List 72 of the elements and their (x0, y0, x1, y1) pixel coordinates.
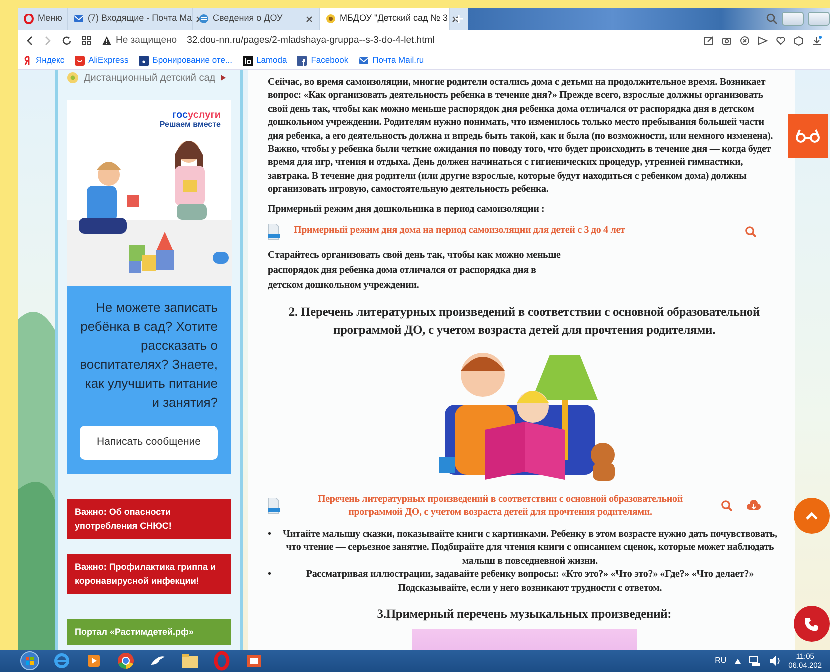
cloud-download-icon[interactable] (747, 500, 761, 512)
flower-icon (326, 14, 336, 24)
mail-icon (358, 56, 369, 66)
section-heading: 3.Примерный перечень музыкальных произведений: (376, 606, 673, 623)
lamoda-logo-icon (242, 56, 253, 66)
glasses-icon (795, 129, 821, 143)
bullet-mark: • (268, 568, 272, 582)
facebook-logo-icon (297, 56, 308, 66)
sidebar-banner-link[interactable]: Важно: Об опасности употребления СНЮС! (67, 499, 231, 539)
block-icon[interactable] (740, 36, 750, 46)
back-icon[interactable] (26, 36, 34, 46)
language-indicator[interactable]: RU (715, 655, 727, 667)
close-icon[interactable] (306, 16, 313, 22)
grid-icon[interactable] (82, 36, 92, 46)
phone-icon (805, 617, 819, 631)
paragraph: Примерный режим дня дошкольника в период самоизоляции : (268, 202, 546, 216)
camera-icon[interactable] (722, 36, 732, 46)
opera-logo-icon (24, 14, 34, 24)
chevron-up-icon (806, 512, 818, 520)
address-field[interactable]: 32.dou-nn.ru/pages/2-mladshaya-gruppa--s-3-do-4-let.html (187, 34, 435, 48)
search-icon[interactable] (721, 500, 733, 512)
document-file-icon (268, 224, 280, 240)
globe-icon (199, 14, 209, 24)
bookmark-link[interactable]: Яндекс (24, 54, 65, 67)
bookmark-link[interactable]: Почта Mail.ru (358, 54, 424, 67)
download-icon[interactable] (812, 36, 822, 46)
logo-tagline: Решаем вместе (160, 121, 221, 130)
document-link[interactable]: Примерный режим дня дома на период самоизоляции для детей с 3 до 4 лет (294, 224, 731, 238)
list-item-text: Читайте малышу сказки, показывайте книги с картинками. Ребенку в этом возрасте нужно дать почувствовать, что чтение — серьезное занятие. Подбирайте для чтения книги с описанием сценок, которые может наблюдать малыш в повседневной жизни. (282, 528, 778, 568)
accessibility-button[interactable] (788, 114, 828, 158)
volume-icon[interactable] (768, 656, 781, 666)
paragraph: Сейчас, во время самоизоляции, многие родители остались дома с детьми на продолжительное время. Возникает вопрос: «Как организовать деятельность ребенка в течение дня?» Прежде всего, взрослые должны организовать свой день так, чтобы как можно меньше распорядок дня ребенка дома отличался от распорядка дня в детском дошкольном учреждении. Родителям нужно понимать, что изменилось только место пребывания большей части дня ребенка, а его деятельность должна и впредь быть такой, как и была (по возможности, или немного изменена). Важно, чтобы у ребенка были четкие ожидания по поводу того, что будет происходить в течение дня — когда будет время для игр, чтения и отдыха. День должен начинаться с гигиенических процедур, утренней гимнастики, завтрака. В течение дня родители (или другие взрослые, которые будут находиться с ребенком дома) должны организовать игровую, самостоятельную деятельность ребенка. (268, 76, 774, 197)
search-icon[interactable] (745, 226, 757, 238)
paragraph: Старайтесь организовать свой день так, чтобы как можно меньше распорядок дня ребенка дома отличался от распорядка дня в детском дошкольном учреждении. (268, 249, 562, 294)
scroll-up-button[interactable] (794, 498, 830, 534)
list-item-text: Рассматривая иллюстрации, задавайте ребенку вопросы: «Кто это?» «Что это?» «Где?» «Что делает?» Подсказывайте, если у него возникают трудности с ответом. (305, 568, 755, 595)
chrome-logo-icon[interactable] (116, 651, 136, 671)
bookmark-link[interactable]: Facebook (297, 54, 349, 67)
reload-icon[interactable] (62, 36, 72, 46)
document-file-icon (268, 498, 280, 514)
call-button[interactable] (794, 606, 830, 642)
tray-up-icon[interactable] (734, 658, 741, 664)
yandex-logo-icon (24, 56, 32, 66)
booking-logo-icon (138, 56, 149, 66)
question-text: Не можете записать ребёнка в сад? Хотите рассказать о воспитателях? Знаете, как улучшить питание и занятия? (80, 299, 218, 412)
browser-e-icon[interactable] (52, 651, 72, 671)
start-button-icon[interactable] (20, 651, 40, 671)
box-icon[interactable] (794, 36, 804, 46)
network-icon[interactable] (748, 656, 761, 666)
bag-icon (74, 56, 85, 66)
mail-icon (74, 14, 84, 24)
flower-icon (67, 72, 79, 84)
bullet-mark: • (268, 528, 272, 542)
send-icon[interactable] (758, 36, 768, 46)
sidebar-banner-link[interactable]: Портал «Растимдетей.рф» (67, 619, 231, 645)
document-link[interactable]: Перечень литературных произведений в соответствии с основной образовательной программой ДО, с учетом возраста детей для прочтения родителями. (294, 493, 707, 520)
sidebar-menu-item[interactable]: Дистанционный детский сад (67, 70, 231, 86)
bookmark-link[interactable]: Lamoda (242, 54, 288, 67)
close-icon[interactable] (452, 16, 459, 22)
gosuslugi-logo: госуслуги (171, 110, 221, 121)
heart-icon[interactable] (776, 36, 786, 46)
bookmark-link[interactable]: AliExpress (74, 54, 129, 67)
write-message-button[interactable]: Написать сообщение (80, 426, 218, 460)
bookmark-link[interactable]: Бронирование оте... (138, 54, 233, 67)
folder-icon[interactable] (180, 651, 200, 671)
caret-icon (220, 75, 226, 81)
sidebar-banner-link[interactable]: Важно: Профилактика гриппа и коронавирусной инфекции! (67, 554, 231, 594)
section-heading: 2. Перечень литературных произведений в соответствии с основной образовательной программой ДО, с учетом возраста детей для прочтения родителями. (288, 304, 762, 340)
search-icon[interactable] (766, 13, 778, 25)
security-label[interactable]: Не защищено (116, 34, 178, 48)
share-icon[interactable] (704, 36, 714, 46)
warning-icon (102, 36, 112, 46)
